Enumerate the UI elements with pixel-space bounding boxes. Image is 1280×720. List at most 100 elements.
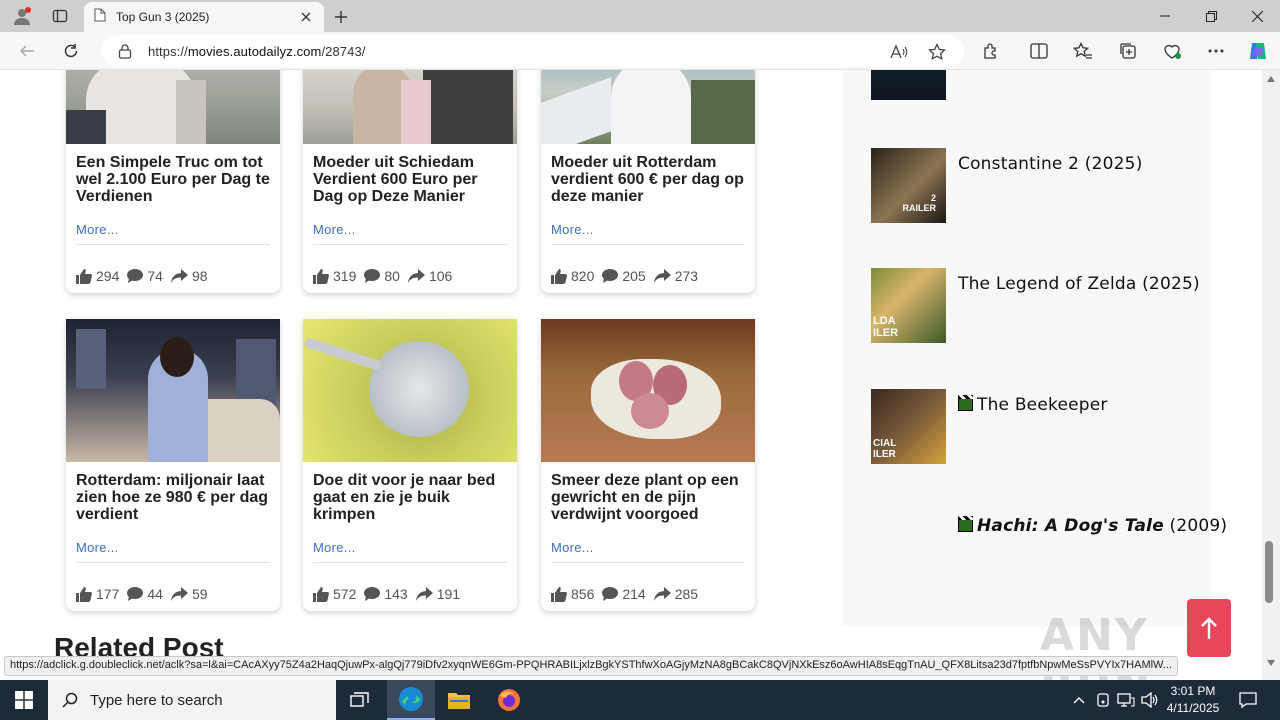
article-title[interactable]: Doe dit voor je naar bed gaat en zie je … xyxy=(303,462,517,540)
url-path: /28743/ xyxy=(321,43,366,59)
back-icon[interactable] xyxy=(12,36,42,66)
read-aloud-icon[interactable] xyxy=(888,41,910,63)
tab-title: Top Gun 3 (2025) xyxy=(116,10,210,24)
close-window-button[interactable] xyxy=(1234,0,1280,32)
movie-title-prefix: Hachi xyxy=(977,516,1032,536)
comments-count: 205 xyxy=(622,268,646,284)
minimize-button[interactable] xyxy=(1142,0,1188,32)
shares-stat: 106 xyxy=(407,268,452,284)
address-bar[interactable]: https://movies.autodailyz.com/28743/ xyxy=(102,35,964,67)
arrow-up-icon xyxy=(1201,617,1217,639)
scroll-down-arrow[interactable] xyxy=(1267,660,1275,666)
collections-icon[interactable] xyxy=(1113,36,1143,66)
device-icon[interactable] xyxy=(1093,690,1113,710)
thumbs-up-icon xyxy=(551,268,567,284)
likes-count: 820 xyxy=(571,268,595,284)
movie-title[interactable]: The Beekeeper xyxy=(958,395,1108,415)
split-screen-icon[interactable] xyxy=(1024,36,1054,66)
show-hidden-icons-chevron-icon[interactable] xyxy=(1069,690,1089,710)
comment-icon xyxy=(127,587,144,601)
article-title[interactable]: Smeer deze plant op een gewricht en de p… xyxy=(541,462,755,540)
article-stats: 572 143 191 xyxy=(303,563,517,611)
more-link[interactable]: More... xyxy=(313,222,507,240)
scroll-thumb[interactable] xyxy=(1265,541,1273,603)
comment-icon xyxy=(602,587,619,601)
article-title[interactable]: Moeder uit Schiedam Verdient 600 Euro pe… xyxy=(303,144,517,222)
scroll-up-arrow[interactable] xyxy=(1267,76,1275,82)
taskbar-search[interactable]: Type here to search xyxy=(48,680,336,720)
scroll-to-top-button[interactable] xyxy=(1187,599,1231,657)
likes-count: 572 xyxy=(333,586,357,602)
web-page: Een Simpele Truc om tot wel 2.100 Euro p… xyxy=(0,70,1262,680)
task-view-button[interactable] xyxy=(336,680,384,720)
profile-icon[interactable] xyxy=(4,0,40,32)
likes-count: 294 xyxy=(96,268,120,284)
lock-icon[interactable] xyxy=(118,43,134,59)
comment-icon xyxy=(127,269,144,283)
movie-thumbnail[interactable]: 2 RAILER xyxy=(871,148,946,223)
movie-thumbnail[interactable]: LDA ILER xyxy=(871,268,946,343)
share-icon xyxy=(170,587,188,601)
close-tab-icon[interactable] xyxy=(298,9,314,25)
article-stats: 294 74 98 xyxy=(66,245,280,293)
article-image[interactable] xyxy=(303,70,517,144)
favorite-star-icon[interactable] xyxy=(926,41,948,63)
system-clock[interactable]: 3:01 PM 4/11/2025 xyxy=(1160,683,1226,717)
article-card[interactable]: Moeder uit Schiedam Verdient 600 Euro pe… xyxy=(303,70,517,293)
more-link[interactable]: More... xyxy=(76,540,270,558)
likes-stat: 294 xyxy=(76,268,119,284)
article-card[interactable]: Moeder uit Rotterdam verdient 600 € per … xyxy=(541,70,755,293)
favorites-icon[interactable] xyxy=(1068,36,1098,66)
movie-title[interactable]: The Legend of Zelda (2025) xyxy=(958,274,1200,294)
firefox-button[interactable] xyxy=(485,680,533,720)
sidebar: 2 RAILER Constantine 2 (2025) LDA ILER The… xyxy=(842,70,1227,626)
volume-icon[interactable] xyxy=(1140,690,1160,710)
more-link[interactable]: More... xyxy=(551,540,745,558)
notifications-icon[interactable] xyxy=(1238,690,1258,710)
movie-thumbnail[interactable]: CIAL ILER xyxy=(871,389,946,464)
article-image[interactable] xyxy=(66,70,280,144)
edge-taskbar-button[interactable] xyxy=(387,680,435,720)
more-options-icon[interactable] xyxy=(1201,36,1231,66)
url-text[interactable]: https://movies.autodailyz.com/28743/ xyxy=(148,44,366,59)
movie-title[interactable]: Hachi: A Dog's Tale (2009) xyxy=(958,516,1227,536)
page-scrollbar[interactable] xyxy=(1262,70,1280,680)
thumbs-up-icon xyxy=(551,586,567,602)
shares-stat: 285 xyxy=(653,586,699,602)
article-stats: 856 214 285 xyxy=(541,563,755,611)
article-card[interactable]: Doe dit voor je naar bed gaat en zie je … xyxy=(303,319,517,611)
new-tab-button[interactable] xyxy=(328,4,354,30)
article-card[interactable]: Rotterdam: miljonair laat zien hoe ze 98… xyxy=(66,319,280,611)
network-icon[interactable] xyxy=(1116,690,1136,710)
thumbs-up-icon xyxy=(76,268,92,284)
article-title[interactable]: Moeder uit Rotterdam verdient 600 € per … xyxy=(541,144,755,222)
copilot-icon[interactable] xyxy=(1243,36,1273,66)
thumbnail-caption: CIAL ILER xyxy=(873,438,897,460)
browser-essentials-icon[interactable] xyxy=(1157,36,1187,66)
article-title[interactable]: Een Simpele Truc om tot wel 2.100 Euro p… xyxy=(66,144,280,222)
tab-actions-icon[interactable] xyxy=(42,0,78,32)
tab-top-gun[interactable]: Top Gun 3 (2025) xyxy=(84,2,324,32)
file-explorer-button[interactable] xyxy=(435,680,483,720)
article-image[interactable] xyxy=(541,70,755,144)
movie-thumbnail[interactable] xyxy=(871,70,946,100)
article-image[interactable] xyxy=(66,319,280,462)
more-link[interactable]: More... xyxy=(76,222,270,240)
article-title[interactable]: Rotterdam: miljonair laat zien hoe ze 98… xyxy=(66,462,280,540)
movie-title[interactable]: Constantine 2 (2025) xyxy=(958,154,1143,174)
start-button[interactable] xyxy=(0,680,48,720)
shares-count: 285 xyxy=(674,586,699,602)
refresh-icon[interactable] xyxy=(56,36,86,66)
article-card[interactable]: Smeer deze plant op een gewricht en de p… xyxy=(541,319,755,611)
article-card[interactable]: Een Simpele Truc om tot wel 2.100 Euro p… xyxy=(66,70,280,293)
article-image[interactable] xyxy=(303,319,517,462)
more-link[interactable]: More... xyxy=(313,540,507,558)
article-image[interactable] xyxy=(541,319,755,462)
likes-stat: 572 xyxy=(313,586,356,602)
edge-icon xyxy=(399,687,423,711)
more-link[interactable]: More... xyxy=(551,222,745,240)
clapperboard-icon xyxy=(958,395,973,411)
extensions-icon[interactable] xyxy=(976,36,1006,66)
shares-stat: 191 xyxy=(415,586,460,602)
restore-button[interactable] xyxy=(1188,0,1234,32)
